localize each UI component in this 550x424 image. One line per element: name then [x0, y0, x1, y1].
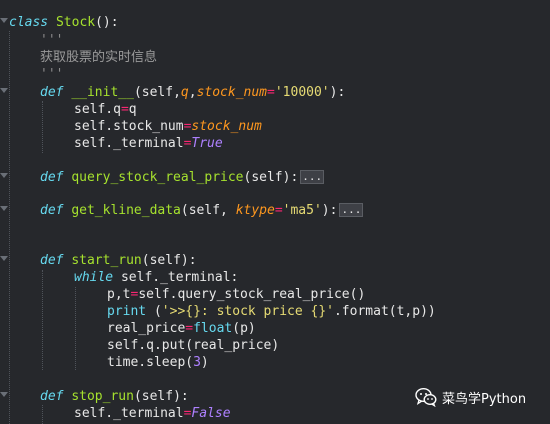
param-name: ktype — [235, 203, 275, 218]
folded-block-marker[interactable]: ... — [339, 203, 364, 217]
watermark: 菜鸟学Python — [415, 386, 526, 408]
code-line-assign-stock-num[interactable]: self.stock_num=stock_num — [74, 118, 262, 135]
string-literal: '10000' — [274, 85, 330, 100]
operator: = — [120, 102, 129, 117]
code-token: ( — [146, 304, 162, 319]
code-line-docstring-close[interactable]: ''' — [40, 66, 63, 83]
fold-arrow-icon[interactable] — [0, 18, 8, 27]
code-token: real_price — [107, 321, 186, 336]
def-keyword: def — [40, 203, 64, 218]
indent-guide — [9, 31, 10, 424]
fold-arrow-icon[interactable] — [0, 256, 8, 265]
param-name: q — [180, 85, 189, 100]
code-token: (self): — [141, 253, 197, 268]
code-line-stop-assign[interactable]: self._terminal=False — [74, 405, 231, 422]
function-name: query_stock_real_price — [71, 170, 244, 185]
code-token: q — [128, 102, 137, 117]
function-name: stop_run — [71, 389, 134, 404]
function-name: get_kline_data — [71, 203, 181, 218]
code-token: , — [188, 85, 197, 100]
code-token: (self, — [133, 85, 181, 100]
fold-arrow-icon[interactable] — [0, 206, 8, 215]
def-keyword: def — [40, 85, 64, 100]
code-line-docstring[interactable]: 获取股票的实时信息 — [40, 49, 157, 66]
indent-guide — [42, 405, 43, 424]
code-line-def-stop-run[interactable]: def stop_run(self): — [40, 388, 189, 405]
def-keyword: def — [40, 389, 64, 404]
class-paren: (): — [95, 15, 119, 30]
builtin-function: float — [193, 321, 233, 336]
code-editor[interactable]: class Stock(): ''' 获取股票的实时信息 ''' def __i… — [0, 0, 550, 424]
docstring-quote: ''' — [40, 33, 64, 48]
string-literal: 'ma5' — [282, 203, 322, 218]
code-line-real-price[interactable]: real_price=float(p) — [107, 320, 256, 337]
fold-arrow-icon[interactable] — [0, 392, 8, 401]
code-token: self.stock_num — [74, 119, 184, 134]
code-token: time.sleep( — [107, 355, 194, 370]
code-line-print[interactable]: print ('>>{}: stock price {}'.format(t,p… — [107, 303, 436, 320]
code-token: self.q.put(real_price) — [107, 338, 280, 353]
code-token: (self): — [133, 389, 189, 404]
code-token: (self, — [180, 203, 236, 218]
indent-guide — [75, 287, 76, 370]
operator: = — [185, 321, 194, 336]
fold-arrow-icon[interactable] — [0, 88, 8, 97]
code-token: (p) — [232, 321, 256, 336]
code-line-def-init[interactable]: def __init__(self,q,stock_num='10000'): — [40, 84, 345, 101]
param-name: stock_num — [196, 85, 268, 100]
class-keyword: class — [9, 15, 49, 30]
fold-arrow-icon[interactable] — [0, 173, 8, 182]
code-line-def-query[interactable]: def query_stock_real_price(self):... — [40, 169, 325, 186]
code-line-def-kline[interactable]: def get_kline_data(self, ktype='ma5'):..… — [40, 202, 364, 219]
code-line-query-call[interactable]: p,t=self.query_stock_real_price() — [107, 286, 365, 303]
code-line-assign-q[interactable]: self.q=q — [74, 101, 137, 118]
while-keyword: while — [74, 270, 114, 285]
code-line-docstring-open[interactable]: ''' — [40, 32, 63, 49]
constant: True — [191, 136, 223, 151]
param-name: stock_num — [191, 119, 262, 134]
code-token: (self): — [243, 170, 299, 185]
function-name: start_run — [71, 253, 142, 268]
watermark-text: 菜鸟学Python — [442, 391, 527, 407]
code-line-class[interactable]: class Stock(): — [9, 14, 119, 31]
code-token: self._terminal — [74, 406, 184, 421]
code-line-sleep[interactable]: time.sleep(3) — [107, 354, 209, 371]
indent-guide — [42, 270, 43, 370]
code-token: ): — [321, 203, 338, 218]
operator: = — [267, 85, 275, 100]
number-literal: 3 — [193, 355, 201, 370]
function-name: __init__ — [71, 85, 134, 100]
code-line-def-start-run[interactable]: def start_run(self): — [40, 252, 197, 269]
wechat-icon — [415, 387, 437, 408]
code-token: self.q — [74, 102, 121, 117]
folded-block-marker[interactable]: ... — [300, 170, 325, 184]
code-line-assign-terminal[interactable]: self._terminal=True — [74, 135, 223, 152]
code-token: self._terminal — [74, 136, 184, 151]
docstring-quote: ''' — [40, 67, 64, 82]
def-keyword: def — [40, 253, 64, 268]
print-keyword: print — [107, 304, 147, 319]
code-token: .format(t,p)) — [333, 304, 436, 319]
constant: False — [191, 406, 231, 421]
code-line-while[interactable]: while self._terminal: — [74, 269, 238, 286]
code-token: self._terminal: — [113, 270, 239, 285]
docstring-text: 获取股票的实时信息 — [40, 50, 158, 65]
code-token: self.query_stock_real_price() — [138, 287, 366, 302]
operator: = — [274, 203, 283, 218]
code-line-queue-put[interactable]: self.q.put(real_price) — [107, 337, 279, 354]
string-literal: '>>{}: stock price {}' — [161, 304, 334, 319]
code-token: ) — [200, 355, 209, 370]
indent-guide — [42, 101, 43, 153]
code-token: p,t — [107, 287, 131, 302]
def-keyword: def — [40, 170, 64, 185]
code-token: ): — [329, 85, 346, 100]
class-name: Stock — [55, 15, 96, 30]
